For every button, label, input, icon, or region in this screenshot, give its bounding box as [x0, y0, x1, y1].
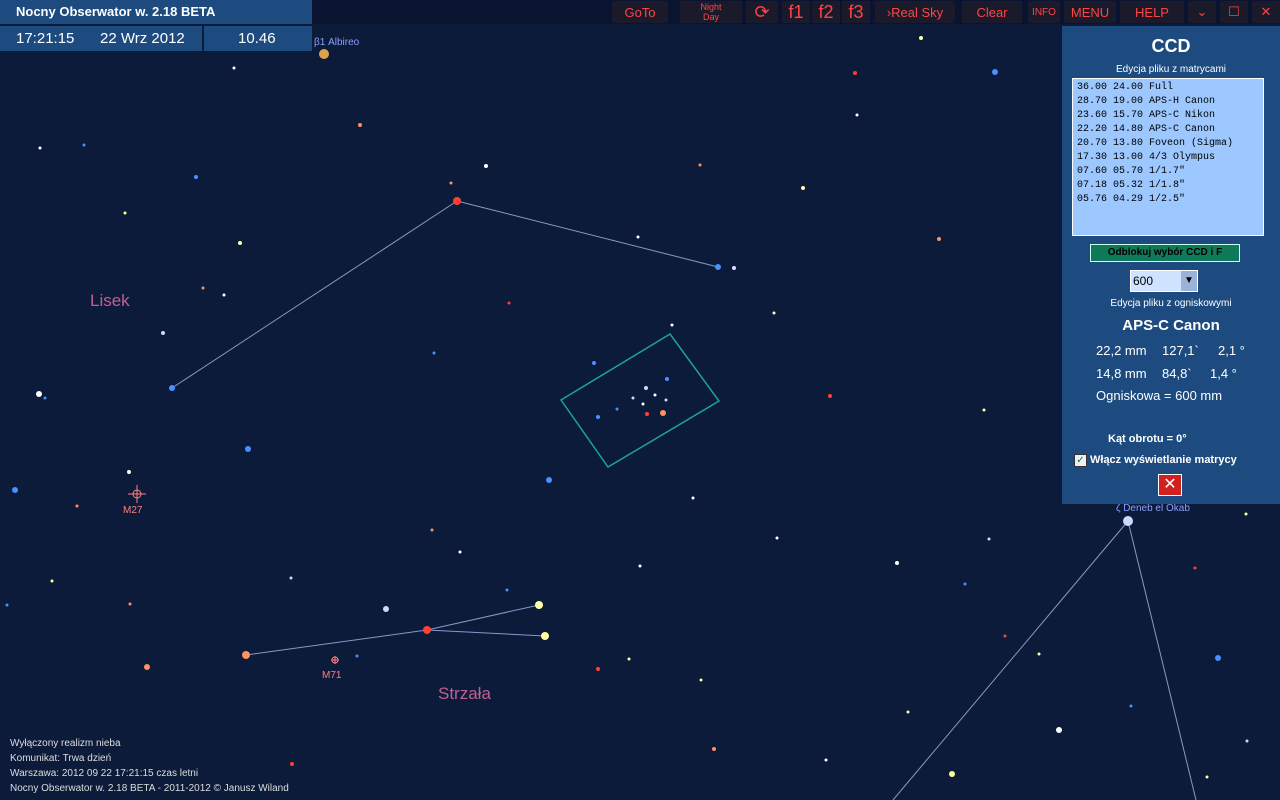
f1-button[interactable]: f1: [782, 1, 810, 23]
day-label: Day: [702, 12, 719, 22]
clock-date[interactable]: 22 Wrz 2012: [100, 30, 185, 47]
list-item[interactable]: 07.60 05.70 1/1.7": [1077, 165, 1261, 179]
info-button[interactable]: INFO: [1028, 1, 1060, 23]
real-sky-button[interactable]: › Real Sky: [875, 1, 955, 23]
close-icon: ✕: [1163, 476, 1177, 493]
clock-divider: [202, 26, 204, 51]
show-matrix-label[interactable]: Włącz wyświetlanie matrycy: [1090, 454, 1237, 466]
clear-button[interactable]: Clear: [962, 1, 1022, 23]
ccd-title: CCD: [1151, 36, 1191, 56]
object-label-m71: M71: [322, 670, 342, 681]
status-line: Komunikat: Trwa dzień: [10, 753, 112, 764]
menu-button[interactable]: MENU: [1064, 1, 1116, 23]
star-label-deneb-el-okab: ζ Deneb el Okab: [1116, 503, 1190, 514]
goto-button[interactable]: GoTo: [612, 1, 668, 23]
status-line: Warszawa: 2012 09 22 17:21:15 czas letni: [10, 768, 199, 779]
status-line: Wyłączony realizm nieba: [10, 738, 121, 749]
status-line: Nocny Obserwator w. 2.18 BETA - 2011-201…: [10, 783, 289, 794]
row1-arcmin: 127,1`: [1162, 343, 1199, 358]
matrix-list[interactable]: 36.00 24.00 Full 28.70 19.00 APS-H Canon…: [1072, 78, 1264, 236]
ccd-panel: CCD Edycja pliku z matrycami 36.00 24.00…: [1062, 26, 1280, 504]
sensor-name: APS-C Canon: [1122, 317, 1220, 334]
maximize-button[interactable]: ☐: [1220, 1, 1248, 23]
zoom-level[interactable]: 10.46: [238, 30, 276, 47]
focal-caption: Edycja pliku z ogniskowymi: [1110, 298, 1232, 309]
list-item[interactable]: 17.30 13.00 4/3 Olympus: [1077, 151, 1261, 165]
status-area: Wyłączony realizm nieba Komunikat: Trwa …: [10, 736, 289, 796]
f3-button[interactable]: f3: [842, 1, 870, 23]
maximize-icon: ☐: [1228, 4, 1240, 19]
row2-arcmin: 84,8`: [1162, 366, 1192, 381]
list-item[interactable]: 23.60 15.70 APS-C Nikon: [1077, 109, 1261, 123]
star-label-albireo: β1 Albireo: [314, 37, 360, 48]
focal-length-readout: Ogniskowa = 600 mm: [1096, 388, 1223, 403]
close-window-button[interactable]: ✕: [1252, 1, 1280, 23]
help-button[interactable]: HELP: [1120, 1, 1184, 23]
chevron-down-icon: ⌄: [1196, 4, 1208, 19]
refresh-icon: ⟳: [754, 1, 770, 22]
focal-length-select[interactable]: 600 ▼: [1130, 270, 1198, 292]
constellation-label-lisek: Lisek: [90, 291, 130, 310]
clock-time[interactable]: 17:21:15: [16, 30, 74, 47]
title-bar: Nocny Obserwator w. 2.18 BETA: [0, 0, 312, 24]
object-label-m27: M27: [123, 505, 143, 516]
collapse-button[interactable]: ⌄: [1188, 1, 1216, 23]
rotation-angle[interactable]: Kąt obrotu = 0°: [1108, 433, 1187, 445]
show-matrix-checkbox[interactable]: ✓: [1074, 454, 1087, 467]
unlock-ccd-button[interactable]: Odblokuj wybór CCD i F: [1090, 244, 1240, 262]
row2-deg: 1,4 °: [1210, 366, 1237, 381]
refresh-button[interactable]: ⟳: [746, 1, 778, 23]
chevron-down-icon: ▼: [1181, 271, 1197, 291]
f2-button[interactable]: f2: [812, 1, 840, 23]
row2-mm: 14,8 mm: [1096, 366, 1147, 381]
real-sky-label: Real Sky: [891, 4, 944, 20]
row1-mm: 22,2 mm: [1096, 343, 1147, 358]
night-label: Night: [700, 2, 722, 12]
list-item[interactable]: 36.00 24.00 Full: [1077, 81, 1261, 95]
list-item[interactable]: 28.70 19.00 APS-H Canon: [1077, 95, 1261, 109]
list-item[interactable]: 07.18 05.32 1/1.8": [1077, 179, 1261, 193]
constellation-label-strzala: Strzała: [438, 684, 491, 703]
list-item[interactable]: 05.76 04.29 1/2.5": [1077, 193, 1261, 207]
night-day-button[interactable]: Night Day: [680, 1, 742, 23]
row1-deg: 2,1 °: [1218, 343, 1245, 358]
focal-length-value: 600: [1133, 274, 1154, 288]
close-icon: ✕: [1260, 4, 1272, 19]
app-title: Nocny Obserwator w. 2.18 BETA: [16, 4, 216, 19]
close-panel-button[interactable]: ✕: [1158, 474, 1182, 496]
list-item[interactable]: 22.20 14.80 APS-C Canon: [1077, 123, 1261, 137]
clock-bar: 17:21:15 22 Wrz 2012 10.46: [0, 26, 312, 51]
matrices-caption: Edycja pliku z matrycami: [1115, 64, 1227, 75]
list-item[interactable]: 20.70 13.80 Foveon (Sigma): [1077, 137, 1261, 151]
